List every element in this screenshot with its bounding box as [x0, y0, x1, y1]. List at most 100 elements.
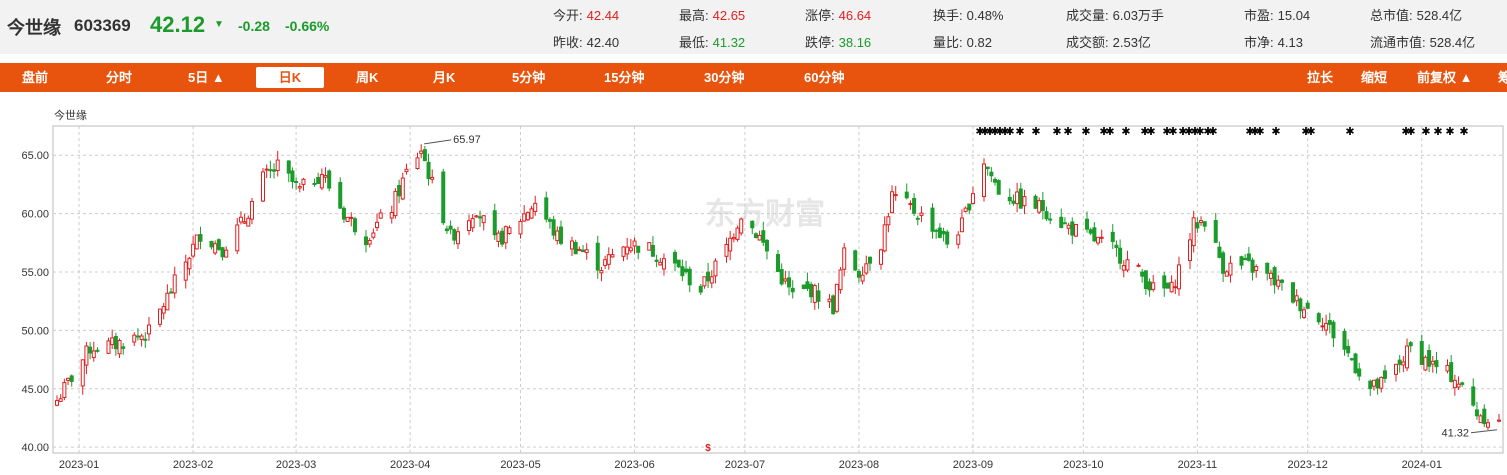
- event-marker-icon: ✱: [1031, 126, 1040, 138]
- candle-body: [165, 292, 170, 311]
- candle-body: [106, 340, 111, 354]
- candle-body: [970, 193, 975, 205]
- candle-body: [680, 266, 685, 277]
- candle-body: [1305, 302, 1310, 309]
- x-tick-label: 2023-06: [614, 459, 654, 471]
- candle-body: [1276, 279, 1281, 287]
- candle-body: [470, 218, 475, 229]
- candle-body: [1394, 363, 1398, 375]
- watermark: 东方财富: [705, 197, 825, 231]
- candle-body: [801, 284, 806, 289]
- candle-body: [1118, 247, 1123, 264]
- candle-body: [570, 240, 574, 250]
- candle-body: [1221, 252, 1226, 274]
- candle-body: [341, 207, 346, 220]
- candle-body: [1272, 267, 1277, 286]
- candle-body: [1371, 379, 1376, 387]
- candle-body: [1169, 281, 1174, 293]
- candle-body: [621, 246, 626, 257]
- candle-body: [1062, 222, 1067, 225]
- candle-body: [728, 237, 733, 252]
- candle-body: [959, 217, 964, 233]
- kline-chart[interactable]: 今世缘东方财富 65.00 60.00 55.00 50.00 45.00 40.00 202…: [0, 0, 1507, 475]
- candle-body: [890, 191, 895, 214]
- candle-body: [989, 171, 994, 177]
- candle-body: [1291, 282, 1295, 303]
- candle-body: [91, 350, 96, 359]
- candle-body: [753, 233, 758, 239]
- candle-body: [750, 220, 755, 229]
- candle-body: [209, 240, 214, 248]
- candle-body: [132, 334, 137, 343]
- candle-body: [1497, 419, 1501, 422]
- candle-body: [551, 219, 556, 236]
- candle-body: [761, 230, 766, 243]
- candle-body: [113, 335, 118, 350]
- candle-body: [1357, 368, 1362, 377]
- candle-body: [1015, 191, 1020, 205]
- candle-body: [238, 216, 243, 223]
- candle-body: [1033, 195, 1038, 209]
- candle-body: [1430, 360, 1435, 365]
- candle-body: [661, 258, 666, 270]
- candle-body: [55, 400, 59, 406]
- candle-body: [1173, 286, 1178, 289]
- candle-body: [1327, 320, 1332, 325]
- candle-body: [912, 198, 917, 214]
- candle-body: [297, 186, 302, 189]
- candle-body: [1059, 216, 1064, 228]
- candle-body: [1320, 325, 1325, 328]
- candle-body: [397, 185, 402, 197]
- candle-body: [1401, 361, 1406, 366]
- candle-body: [1176, 264, 1181, 290]
- candle-body: [805, 281, 810, 289]
- candle-body: [503, 226, 508, 244]
- event-marker-icon: ✱: [1433, 126, 1442, 138]
- candle-body: [319, 174, 324, 189]
- event-marker-icon: ✱: [1052, 126, 1061, 138]
- candle-body: [467, 220, 471, 232]
- candle-body: [375, 221, 380, 229]
- candle-body: [1070, 221, 1075, 236]
- candle-body: [404, 168, 409, 173]
- event-marker-icon: ✱: [1271, 126, 1280, 138]
- candle-body: [779, 269, 784, 285]
- candle-body: [790, 287, 795, 293]
- event-marker-icon: ✱: [1121, 126, 1130, 138]
- event-marker-icon: ✱: [1459, 126, 1468, 138]
- candle-body: [474, 215, 479, 218]
- candle-body: [886, 216, 891, 226]
- y-tick-label: 55.00: [21, 267, 49, 279]
- candle-body: [1331, 321, 1336, 339]
- candle-body: [88, 346, 93, 354]
- candle-body: [400, 177, 405, 200]
- candle-body: [706, 271, 711, 282]
- candle-body: [172, 274, 177, 294]
- candle-body: [610, 254, 615, 258]
- candle-body: [1294, 295, 1299, 302]
- x-tick-label: 2023-12: [1288, 459, 1328, 471]
- candle-body: [1423, 356, 1428, 371]
- candle-body: [1239, 256, 1244, 266]
- candle-body: [993, 178, 998, 183]
- candle-body: [809, 283, 814, 298]
- candle-body: [139, 335, 144, 341]
- candle-body: [1427, 349, 1432, 367]
- candle-body: [827, 298, 832, 303]
- candle-body: [757, 234, 762, 241]
- x-tick-label: 2023-09: [953, 459, 993, 471]
- candle-body: [676, 259, 681, 268]
- candle-body: [882, 224, 887, 252]
- candle-body: [544, 197, 549, 220]
- candle-body: [937, 227, 942, 238]
- x-tick-label: 2023-11: [1178, 459, 1218, 471]
- candle-body: [415, 157, 420, 170]
- candle-body: [1202, 221, 1207, 227]
- candle-body: [529, 208, 534, 219]
- candle-body: [628, 247, 633, 252]
- event-marker-icon: ✱: [1005, 126, 1014, 138]
- candle-body: [301, 178, 306, 185]
- candle-body: [84, 345, 89, 366]
- candle-body: [1151, 282, 1156, 290]
- candle-body: [323, 175, 328, 178]
